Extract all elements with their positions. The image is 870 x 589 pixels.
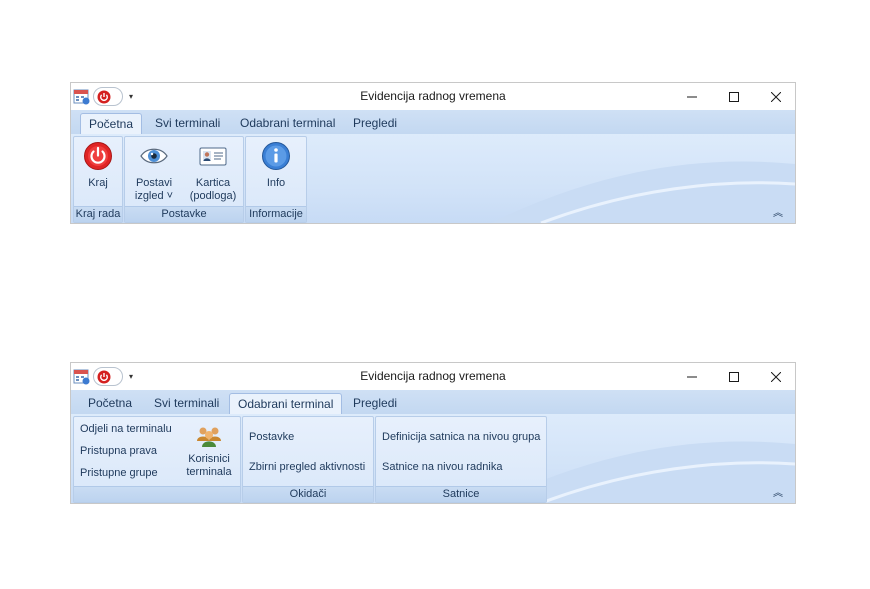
power-icon xyxy=(84,142,112,170)
group-label-informacije: Informacije xyxy=(246,206,306,222)
group-label-satnice: Satnice xyxy=(376,486,546,502)
close-icon xyxy=(771,371,781,382)
close-button[interactable] xyxy=(755,363,797,390)
tab-pocetna[interactable]: Početna xyxy=(80,393,140,413)
group-label-kraj-rada: Kraj rada xyxy=(74,206,122,222)
tab-pregledi[interactable]: Pregledi xyxy=(345,113,405,133)
kraj-label: Kraj xyxy=(88,177,108,189)
izgled-label: izgled ˅ xyxy=(134,190,174,202)
id-card-icon xyxy=(199,147,227,166)
ribbon-panel: Odjeli na terminalu Pristupna prava Pris… xyxy=(71,414,795,503)
info-label: Info xyxy=(266,177,286,189)
kartica-label: Kartica xyxy=(195,177,231,189)
kartica-podloga-button[interactable]: Kartica (podloga) xyxy=(183,141,243,203)
group-terminal-users: Odjeli na terminalu Pristupna prava Pris… xyxy=(73,416,241,503)
group-label-postavke: Postavke xyxy=(125,206,243,222)
tab-pocetna[interactable]: Početna xyxy=(80,113,143,135)
satnice-na-nivou-radnika-button[interactable]: Satnice na nivou radnika xyxy=(382,461,502,473)
terminala-label: terminala xyxy=(186,466,232,478)
group-okidaci: Postavke Zbirni pregled aktivnosti Okida… xyxy=(242,416,374,503)
users-icon xyxy=(197,427,221,447)
tab-pregledi[interactable]: Pregledi xyxy=(345,393,405,413)
app-window-odabrani-terminal: ▾ Evidencija radnog vremena Početna Svi … xyxy=(70,362,796,504)
collapse-ribbon-button[interactable]: ︽ xyxy=(773,204,783,219)
info-button[interactable]: Info xyxy=(246,141,306,190)
korisnici-terminala-button[interactable]: Korisnici terminala xyxy=(178,421,240,479)
title-bar: ▾ Evidencija radnog vremena xyxy=(71,363,795,390)
tab-svi-terminali[interactable]: Svi terminali xyxy=(147,113,228,133)
group-label-terminal-users xyxy=(74,486,240,502)
pristupna-prava-button[interactable]: Pristupna prava xyxy=(80,445,157,457)
definicija-satnica-button[interactable]: Definicija satnica na nivou grupa xyxy=(382,431,540,443)
pristupne-grupe-button[interactable]: Pristupne grupe xyxy=(80,467,158,479)
minimize-button[interactable] xyxy=(671,363,713,390)
group-postavke: Postavi izgled ˅ Kartica (podloga) Posta… xyxy=(124,136,244,223)
tab-svi-terminali[interactable]: Svi terminali xyxy=(146,393,227,413)
tab-odabrani-terminal[interactable]: Odabrani terminal xyxy=(229,393,343,415)
maximize-button[interactable] xyxy=(713,363,755,390)
close-button[interactable] xyxy=(755,83,797,110)
maximize-icon xyxy=(729,371,739,382)
ribbon-panel: Kraj Kraj rada Postavi izgled ˅ Kartica … xyxy=(71,134,795,223)
ribbon-tab-bar: Početna Svi terminali Odabrani terminal … xyxy=(71,390,795,415)
postavi-izgled-button[interactable]: Postavi izgled ˅ xyxy=(129,141,179,203)
info-icon xyxy=(262,142,290,170)
group-kraj-rada: Kraj Kraj rada xyxy=(73,136,123,223)
podloga-label: (podloga) xyxy=(189,190,237,202)
odjeli-na-terminalu-button[interactable]: Odjeli na terminalu xyxy=(80,423,172,435)
maximize-icon xyxy=(729,91,739,102)
tab-odabrani-terminal[interactable]: Odabrani terminal xyxy=(232,113,343,133)
zbirni-pregled-aktivnosti-button[interactable]: Zbirni pregled aktivnosti xyxy=(249,461,365,473)
minimize-icon xyxy=(687,96,697,97)
minimize-icon xyxy=(687,376,697,377)
collapse-ribbon-button[interactable]: ︽ xyxy=(773,484,783,499)
title-bar: ▾ Evidencija radnog vremena xyxy=(71,83,795,110)
eye-icon xyxy=(140,148,168,164)
kraj-button[interactable]: Kraj xyxy=(74,141,122,190)
ribbon-tab-bar: Početna Svi terminali Odabrani terminal … xyxy=(71,110,795,135)
app-window-pocetna: ▾ Evidencija radnog vremena Početna Svi … xyxy=(70,82,796,224)
postavke-button[interactable]: Postavke xyxy=(249,431,294,443)
group-satnice: Definicija satnica na nivou grupa Satnic… xyxy=(375,416,547,503)
minimize-button[interactable] xyxy=(671,83,713,110)
maximize-button[interactable] xyxy=(713,83,755,110)
group-informacije: Info Informacije xyxy=(245,136,307,223)
group-label-okidaci: Okidači xyxy=(243,486,373,502)
postavi-label: Postavi xyxy=(135,177,173,189)
korisnici-label: Korisnici xyxy=(188,453,230,465)
close-icon xyxy=(771,91,781,102)
